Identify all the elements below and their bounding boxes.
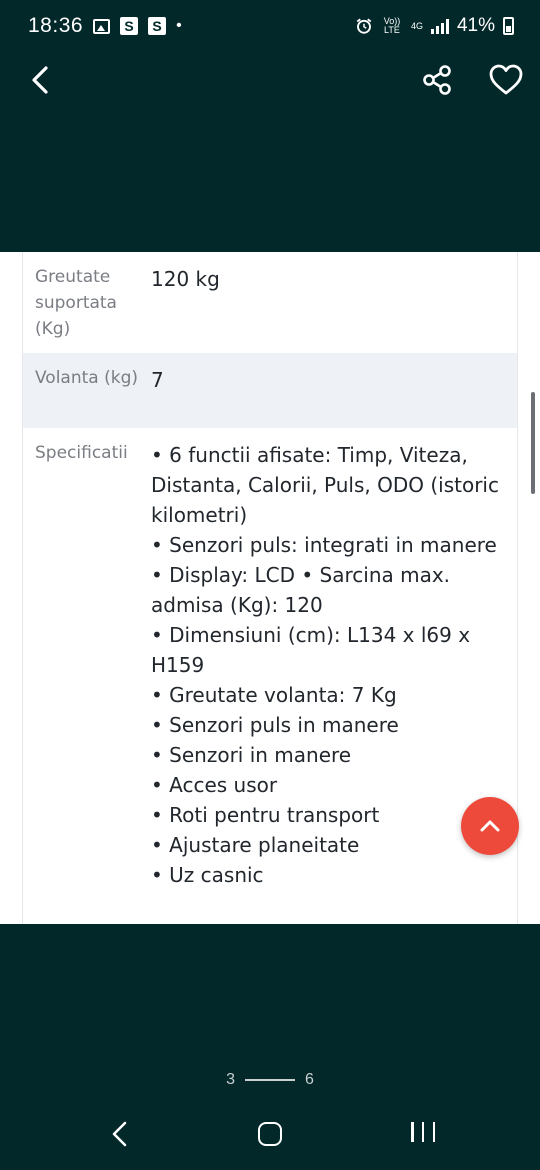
current-page: 3 bbox=[226, 1071, 235, 1088]
more-notifications-dot: • bbox=[176, 17, 182, 34]
spec-bullet: • Roti pentru transport bbox=[151, 803, 380, 827]
spec-bullet: • Acces usor bbox=[151, 773, 278, 797]
spec-row-flywheel: Volanta (kg) 7 bbox=[23, 353, 517, 428]
nav-back-icon bbox=[112, 1121, 127, 1147]
pagination-divider bbox=[245, 1079, 295, 1081]
status-right: Vo)) LTE 4G 41% bbox=[355, 15, 514, 37]
recents-bar-icon bbox=[432, 1122, 435, 1142]
system-back-button[interactable] bbox=[108, 1120, 132, 1148]
spec-bullet: • Uz casnic bbox=[151, 863, 264, 887]
network-type: 4G bbox=[410, 20, 423, 31]
volte-indicator: Vo)) LTE bbox=[383, 16, 401, 35]
share-button[interactable] bbox=[420, 62, 456, 98]
spec-row-weight-capacity: Greutate suportata (Kg) 120 kg bbox=[23, 252, 517, 353]
spec-bullet: • Senzori puls in manere bbox=[151, 713, 399, 737]
chevron-up-icon bbox=[480, 820, 500, 832]
favorite-button[interactable] bbox=[487, 61, 525, 99]
recents-bar-icon bbox=[411, 1122, 414, 1142]
spec-bullet: • 6 functii afisate: Timp, Viteza, Dista… bbox=[151, 443, 499, 527]
system-nav-bar bbox=[0, 1108, 540, 1162]
system-home-button[interactable] bbox=[258, 1122, 282, 1146]
spec-value: 7 bbox=[151, 368, 164, 392]
spec-bullet: • Senzori in manere bbox=[151, 743, 352, 767]
spec-label: Specificatii bbox=[35, 443, 128, 463]
system-recents-button[interactable] bbox=[411, 1122, 435, 1146]
back-button[interactable] bbox=[24, 62, 60, 98]
status-left: 18:36 S S • bbox=[28, 14, 182, 38]
spec-table: Greutate suportata (Kg) 120 kg Volanta (… bbox=[22, 252, 518, 924]
spec-content: Greutate suportata (Kg) 120 kg Volanta (… bbox=[0, 252, 540, 924]
status-time: 18:36 bbox=[28, 14, 84, 37]
scrollbar[interactable] bbox=[531, 392, 535, 494]
s-notification-icon-2: S bbox=[148, 17, 167, 35]
image-pagination: 3 6 bbox=[0, 1068, 540, 1092]
spec-label: Volanta (kg) bbox=[35, 368, 139, 388]
share-icon bbox=[423, 65, 451, 95]
spec-row-specifications: Specificatii • 6 functii afisate: Timp, … bbox=[23, 428, 517, 890]
spec-label: Greutate suportata (Kg) bbox=[35, 267, 117, 339]
alarm-icon bbox=[356, 18, 372, 34]
signal-strength-icon bbox=[430, 18, 449, 34]
spec-bullet: • Dimensiuni (cm): L134 x l69 x H159 bbox=[151, 623, 471, 677]
recents-bar-icon bbox=[421, 1122, 425, 1142]
app-header bbox=[0, 52, 540, 252]
spec-bullet: • Display: LCD • Sarcina max. admisa (Kg… bbox=[151, 563, 451, 617]
spec-value: 120 kg bbox=[151, 267, 220, 291]
battery-percent: 41% bbox=[456, 15, 495, 36]
spec-bullet: • Ajustare planeitate bbox=[151, 833, 360, 857]
heart-icon bbox=[489, 64, 523, 95]
back-arrow-icon bbox=[32, 66, 48, 94]
s-notification-icon: S bbox=[120, 17, 139, 35]
gallery-notification-icon bbox=[93, 18, 111, 34]
battery-icon bbox=[503, 17, 514, 35]
spec-bullet: • Senzori puls: integrati in manere bbox=[151, 533, 497, 557]
total-pages: 6 bbox=[305, 1071, 314, 1088]
status-bar: 18:36 S S • Vo)) LTE 4G 41% bbox=[0, 0, 540, 52]
spec-bullet: • Greutate volanta: 7 Kg bbox=[151, 683, 397, 707]
scroll-to-top-button[interactable] bbox=[461, 797, 519, 855]
